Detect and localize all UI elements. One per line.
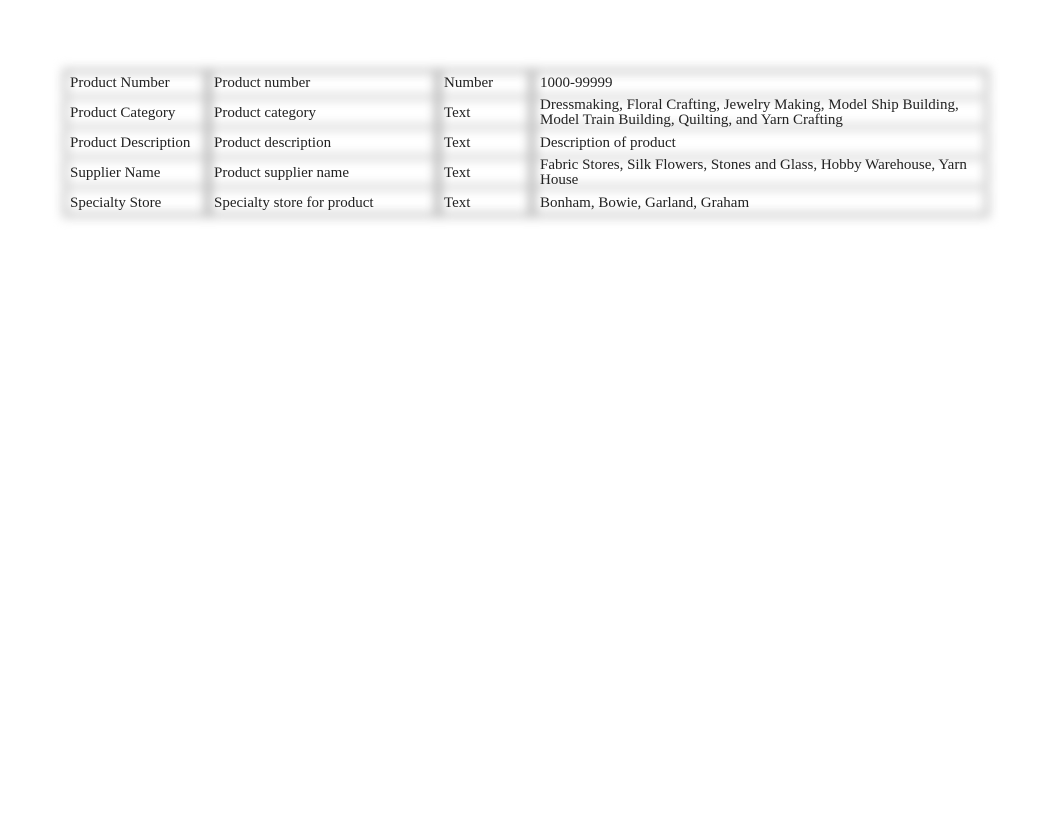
table-row: Product Description Product description … — [62, 128, 990, 158]
table-row: Product Category Product category Text D… — [62, 98, 990, 128]
data-type-cell: Text — [444, 164, 471, 181]
field-name-cell: Product Number — [70, 74, 170, 91]
data-type-cell: Text — [444, 134, 471, 151]
field-description-cell: Product description — [214, 134, 332, 151]
valid-values-cell: Description of product — [540, 134, 676, 151]
field-name-cell: Product Category — [70, 104, 176, 121]
field-description-cell: Specialty store for product — [214, 194, 374, 211]
valid-values-cell: Fabric Stores, Silk Flowers, Stones and … — [540, 157, 967, 188]
field-definitions-table: Product Number Product number Number 100… — [62, 68, 990, 218]
data-type-cell: Text — [444, 104, 471, 121]
table-row: Product Number Product number Number 100… — [62, 68, 990, 98]
field-name-cell: Product Description — [70, 134, 191, 151]
valid-values-cell: Bonham, Bowie, Garland, Graham — [540, 194, 750, 211]
valid-values-cell: Dressmaking, Floral Crafting, Jewelry Ma… — [540, 97, 959, 128]
data-type-cell: Text — [444, 194, 471, 211]
field-description-cell: Product category — [214, 104, 317, 121]
field-definitions-table-container: Product Number Product number Number 100… — [62, 68, 990, 218]
table-row: Supplier Name Product supplier name Text… — [62, 158, 990, 188]
valid-values-cell: 1000-99999 — [540, 74, 613, 91]
field-name-cell: Specialty Store — [70, 194, 162, 211]
field-description-cell: Product number — [214, 74, 311, 91]
field-description-cell: Product supplier name — [214, 164, 349, 181]
data-type-cell: Number — [444, 74, 494, 91]
table-row: Specialty Store Specialty store for prod… — [62, 188, 990, 218]
field-name-cell: Supplier Name — [70, 164, 161, 181]
